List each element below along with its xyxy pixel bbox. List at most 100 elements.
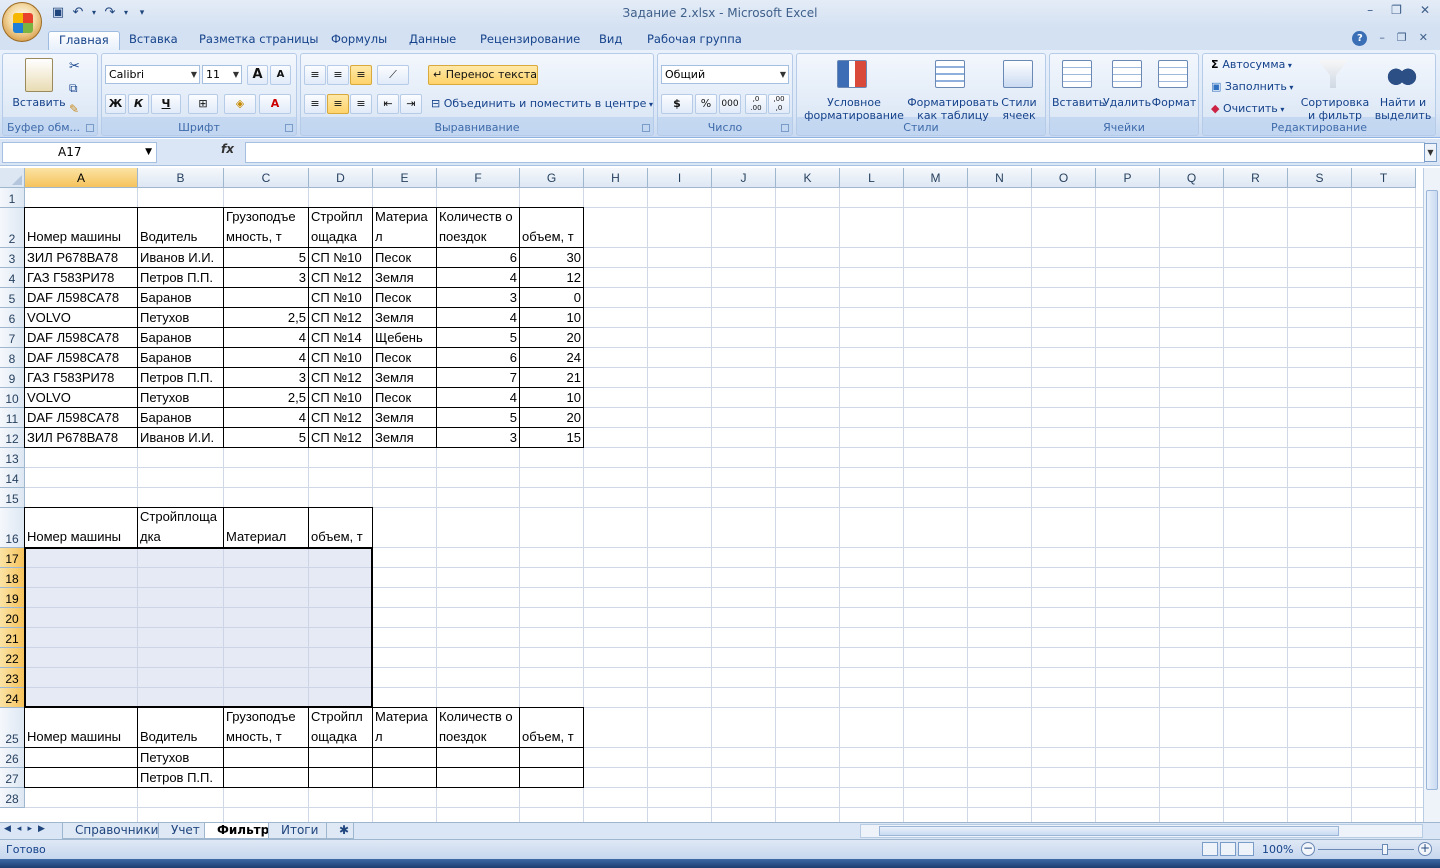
column-header[interactable]: P: [1096, 168, 1160, 188]
cell[interactable]: VOLVO: [25, 308, 137, 327]
minimize-icon[interactable]: –: [1367, 3, 1373, 17]
cell[interactable]: ГАЗ Г583РИ78: [25, 368, 137, 387]
column-header[interactable]: J: [712, 168, 776, 188]
cell[interactable]: 4: [224, 408, 308, 427]
column-header[interactable]: D: [309, 168, 373, 188]
copy-icon[interactable]: ⧉: [69, 81, 78, 96]
cell[interactable]: 5: [224, 248, 308, 267]
cell[interactable]: [25, 748, 137, 767]
fill-button[interactable]: ▣ Заполнить ▾: [1211, 80, 1293, 93]
cell[interactable]: Баранов: [138, 408, 223, 427]
orientation-button[interactable]: ⟋: [377, 65, 409, 85]
cell[interactable]: 12: [520, 268, 583, 287]
alignment-launcher-icon[interactable]: [642, 124, 650, 132]
tab-insert[interactable]: Вставка: [119, 31, 188, 50]
paste-button[interactable]: Вставить: [7, 96, 71, 109]
cell[interactable]: 10: [520, 388, 583, 407]
row-header[interactable]: 20: [0, 608, 25, 628]
cell[interactable]: 3: [437, 428, 519, 447]
currency-button[interactable]: $: [661, 94, 693, 114]
column-header[interactable]: O: [1032, 168, 1096, 188]
row-header[interactable]: 23: [0, 668, 25, 688]
workbook-close-icon[interactable]: ✕: [1419, 31, 1428, 46]
row-header[interactable]: 2: [0, 208, 25, 248]
cell[interactable]: VOLVO: [25, 388, 137, 407]
fill-color-button[interactable]: ◈: [224, 94, 256, 114]
tab-page-layout[interactable]: Разметка страницы: [189, 31, 328, 50]
cell[interactable]: [437, 768, 519, 787]
bold-button[interactable]: Ж: [105, 94, 126, 114]
cell[interactable]: Стройпл ощадка: [309, 708, 372, 747]
align-center-button[interactable]: ≡: [327, 94, 349, 114]
vertical-scroll-thumb[interactable]: [1426, 190, 1438, 790]
cell[interactable]: Номер машины: [25, 208, 137, 247]
delete-cells-button[interactable]: Удалить: [1102, 96, 1152, 109]
cell[interactable]: Песок: [373, 388, 436, 407]
cell[interactable]: 0: [520, 288, 583, 307]
zoom-level[interactable]: 100%: [1262, 843, 1293, 856]
cell[interactable]: объем, т: [309, 508, 372, 547]
row-header[interactable]: 24: [0, 688, 25, 708]
decrease-decimal-button[interactable]: ,00 ,0: [768, 94, 790, 114]
workbook-restore-icon[interactable]: ❐: [1397, 31, 1407, 46]
page-layout-view-icon[interactable]: [1220, 842, 1236, 856]
row-header[interactable]: 26: [0, 748, 25, 768]
cell[interactable]: 24: [520, 348, 583, 367]
number-format-combo[interactable]: Общий ▼: [661, 65, 789, 84]
conditional-formatting-button[interactable]: Условное форматирование: [799, 96, 909, 122]
cell[interactable]: 4: [224, 328, 308, 347]
cell[interactable]: 7: [437, 368, 519, 387]
cell[interactable]: объем, т: [520, 208, 583, 247]
zoom-out-icon[interactable]: −: [1301, 842, 1315, 856]
cell[interactable]: [437, 748, 519, 767]
font-size-combo[interactable]: 11 ▼: [202, 65, 242, 84]
restore-icon[interactable]: ❐: [1391, 3, 1402, 17]
cell[interactable]: Грузоподъе мность, т: [224, 708, 308, 747]
tab-view[interactable]: Вид: [589, 31, 632, 50]
cell[interactable]: [309, 748, 372, 767]
zoom-slider[interactable]: [1318, 844, 1414, 855]
cell[interactable]: 5: [437, 408, 519, 427]
cell[interactable]: DAF Л598СА78: [25, 288, 137, 307]
cell[interactable]: Баранов: [138, 288, 223, 307]
column-header[interactable]: R: [1224, 168, 1288, 188]
tab-workgroup[interactable]: Рабочая группа: [637, 31, 752, 50]
cell[interactable]: Материа л: [373, 708, 436, 747]
cell[interactable]: Иванов И.И.: [138, 248, 223, 267]
column-header[interactable]: E: [373, 168, 437, 188]
row-header[interactable]: 4: [0, 268, 25, 288]
cell[interactable]: [520, 768, 583, 787]
column-header[interactable]: B: [138, 168, 224, 188]
row-header[interactable]: 3: [0, 248, 25, 268]
align-right-button[interactable]: ≡: [350, 94, 372, 114]
tab-data[interactable]: Данные: [399, 31, 466, 50]
cell[interactable]: 20: [520, 328, 583, 347]
cell[interactable]: 5: [437, 328, 519, 347]
column-header[interactable]: M: [904, 168, 968, 188]
column-header[interactable]: F: [437, 168, 520, 188]
percent-button[interactable]: %: [695, 94, 717, 114]
cell[interactable]: ЗИЛ Р678ВА78: [25, 428, 137, 447]
align-left-button[interactable]: ≡: [304, 94, 326, 114]
cell[interactable]: Земля: [373, 308, 436, 327]
row-header[interactable]: 16: [0, 508, 25, 548]
expand-formula-bar-icon[interactable]: ▼: [1424, 143, 1437, 162]
cell[interactable]: 10: [520, 308, 583, 327]
align-top-button[interactable]: ≡: [304, 65, 326, 85]
cell[interactable]: Щебень: [373, 328, 436, 347]
cell[interactable]: Петров П.П.: [138, 768, 223, 787]
cell[interactable]: СП №12: [309, 268, 372, 287]
row-header[interactable]: 5: [0, 288, 25, 308]
column-header[interactable]: K: [776, 168, 840, 188]
cell[interactable]: СП №10: [309, 248, 372, 267]
sheet-nav-icon[interactable]: ◀◂▸▶: [4, 824, 51, 834]
thousands-button[interactable]: 000: [719, 94, 741, 114]
select-all-button[interactable]: [0, 168, 25, 188]
cell[interactable]: 30: [520, 248, 583, 267]
cell[interactable]: 3: [224, 268, 308, 287]
font-name-combo[interactable]: Calibri ▼: [105, 65, 200, 84]
help-icon[interactable]: ?: [1352, 31, 1368, 46]
cell[interactable]: Петухов: [138, 748, 223, 767]
autosum-button[interactable]: Σ Автосумма ▾: [1211, 58, 1292, 71]
row-header[interactable]: 28: [0, 788, 25, 808]
